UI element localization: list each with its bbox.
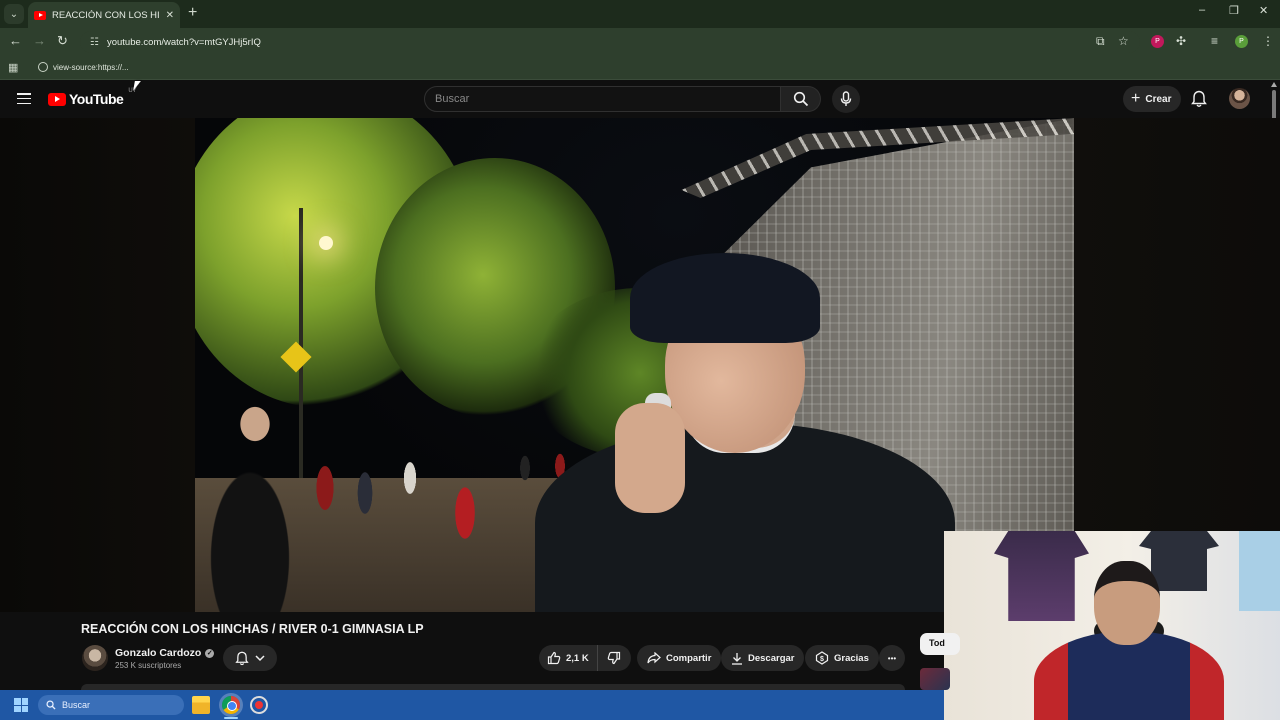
reload-icon[interactable]: ↻ — [57, 33, 68, 49]
youtube-masthead: YouTube UY + Crear — [0, 80, 1280, 118]
site-info-icon[interactable]: ☷ — [90, 37, 99, 48]
folder-icon[interactable] — [192, 696, 210, 714]
plus-icon: + — [1131, 90, 1141, 107]
address-bar[interactable]: ☷ youtube.com/watch?v=mtGYJHj5rIQ — [80, 31, 1140, 53]
tab-title: REACCIÓN CON LOS HINCHAS — [52, 9, 160, 21]
bookmark-item[interactable]: view-source:https://... — [38, 62, 129, 72]
windows-logo-icon[interactable] — [14, 698, 28, 712]
extensions-icon[interactable]: ✣ — [1176, 34, 1186, 48]
channel-name[interactable]: Gonzalo Cardozo — [115, 647, 201, 659]
voice-search-button[interactable] — [832, 85, 860, 113]
scroll-up-icon[interactable] — [1271, 82, 1277, 87]
download-label: Descargar — [748, 652, 795, 664]
globe-icon — [38, 62, 48, 72]
channel-name-row[interactable]: Gonzalo Cardozo ✓ — [115, 647, 215, 659]
webcam-streamer — [1094, 561, 1160, 645]
thanks-button[interactable]: $ Gracias — [805, 645, 879, 671]
close-window-button[interactable]: ✕ — [1259, 4, 1268, 17]
bookmark-label: view-source:https://... — [53, 62, 129, 72]
video-scene-streetlight — [319, 236, 333, 250]
forward-icon[interactable]: → — [33, 33, 46, 48]
video-title: REACCIÓN CON LOS HINCHAS / RIVER 0-1 GIM… — [81, 622, 424, 636]
chrome-icon[interactable] — [222, 696, 240, 714]
youtube-play-icon — [48, 92, 66, 106]
search-icon — [793, 91, 808, 107]
hamburger-icon[interactable] — [17, 93, 31, 104]
video-player[interactable] — [195, 118, 1074, 612]
like-count: 2,1 K — [566, 652, 589, 664]
active-app-indicator — [224, 717, 238, 719]
dislike-button[interactable] — [598, 645, 631, 671]
search-box[interactable] — [424, 86, 781, 112]
share-icon — [647, 652, 661, 664]
screen: ⌄ REACCIÓN CON LOS HINCHAS ✕ + – ❐ ✕ ← →… — [0, 0, 1280, 720]
webcam-overlay — [944, 531, 1280, 720]
extension-profile-icon[interactable]: P — [1151, 35, 1164, 48]
share-button[interactable]: Compartir — [637, 645, 722, 671]
create-label: Crear — [1145, 93, 1172, 105]
taskbar-search[interactable]: Buscar — [38, 695, 184, 715]
youtube-logo[interactable]: YouTube UY — [48, 88, 137, 107]
tab-list-icon[interactable]: ⌄ — [4, 4, 24, 24]
like-icon — [547, 651, 561, 665]
subscriber-count: 253 K suscriptores — [115, 661, 182, 670]
windows-taskbar: Buscar — [0, 690, 944, 720]
verified-icon: ✓ — [205, 648, 215, 658]
svg-text:$: $ — [820, 656, 824, 663]
bookmarks-bar: ▦ view-source:https://... — [0, 56, 1280, 80]
more-actions-button[interactable]: ••• — [879, 645, 905, 671]
menu-icon[interactable]: ⋮ — [1262, 34, 1274, 48]
apps-icon[interactable]: ▦ — [8, 61, 18, 74]
url-text[interactable]: youtube.com/watch?v=mtGYJHj5rIQ — [107, 37, 261, 48]
tab-close-button[interactable]: ✕ — [166, 10, 174, 21]
record-icon[interactable] — [250, 696, 268, 714]
thanks-label: Gracias — [834, 652, 869, 664]
search-icon — [46, 700, 56, 710]
bell-icon — [235, 651, 249, 665]
share-label: Compartir — [666, 652, 712, 664]
browser-tab-strip: ⌄ REACCIÓN CON LOS HINCHAS ✕ + – ❐ ✕ — [0, 0, 1280, 28]
account-avatar[interactable] — [1229, 88, 1250, 109]
chevron-down-icon — [255, 655, 265, 662]
media-icon[interactable]: ≡ — [1211, 34, 1218, 48]
channel-avatar[interactable] — [82, 645, 108, 671]
download-icon — [732, 652, 742, 665]
filter-chip-all[interactable]: Tod — [920, 633, 960, 655]
taskbar-search-label: Buscar — [62, 700, 91, 710]
search-button[interactable] — [781, 86, 821, 112]
recommended-thumbnail[interactable] — [920, 668, 950, 690]
dislike-icon — [608, 651, 621, 665]
create-button[interactable]: + Crear — [1123, 86, 1182, 112]
browser-tab-youtube[interactable]: REACCIÓN CON LOS HINCHAS ✕ — [28, 2, 180, 28]
video-scene-presenter — [535, 253, 955, 612]
youtube-wordmark: YouTube — [69, 91, 124, 107]
profile-avatar-icon[interactable]: P — [1235, 35, 1248, 48]
back-icon[interactable]: ← — [9, 33, 22, 48]
star-icon[interactable]: ☆ — [1118, 34, 1129, 48]
youtube-favicon-icon — [34, 10, 46, 20]
minimize-button[interactable]: – — [1199, 4, 1205, 16]
notifications-button[interactable] — [223, 645, 277, 671]
download-button[interactable]: Descargar — [721, 645, 805, 671]
restore-button[interactable]: ❐ — [1229, 4, 1239, 17]
install-icon[interactable]: ⧉ — [1096, 34, 1105, 49]
like-dislike-group: 2,1 K — [539, 645, 631, 671]
like-button[interactable]: 2,1 K — [539, 645, 598, 671]
thanks-icon: $ — [815, 651, 829, 665]
mic-icon — [840, 91, 852, 106]
search-input[interactable] — [435, 93, 780, 105]
new-tab-button[interactable]: + — [188, 4, 197, 22]
bell-icon[interactable] — [1191, 90, 1207, 108]
browser-toolbar: ← → ↻ ☷ youtube.com/watch?v=mtGYJHj5rIQ … — [0, 28, 1280, 56]
